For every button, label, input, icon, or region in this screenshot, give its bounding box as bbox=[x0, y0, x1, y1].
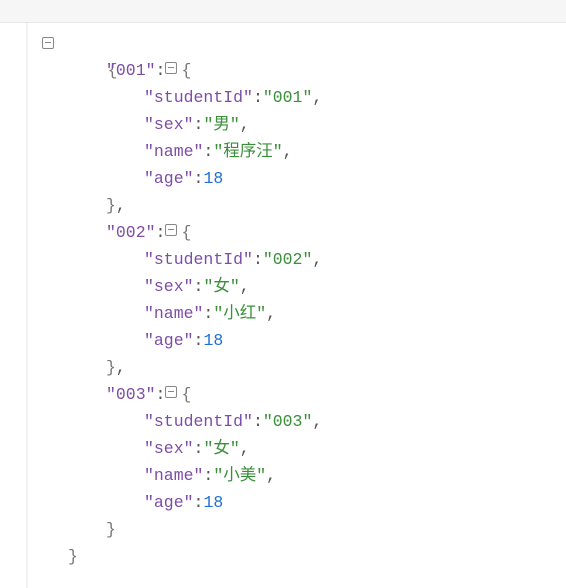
json-key: ″003″ bbox=[106, 385, 156, 404]
value: 小红 bbox=[223, 304, 256, 323]
close-brace-line: }, bbox=[68, 354, 322, 381]
prop-line: ″studentId″:″002″, bbox=[68, 246, 322, 273]
prop-line: ″age″:18 bbox=[68, 165, 322, 192]
json-key: ″001″ bbox=[106, 61, 156, 80]
prop-line: ″sex″:″女″, bbox=[68, 435, 322, 462]
value: 小美 bbox=[223, 466, 256, 485]
key-003-line: ″003″:{ bbox=[68, 381, 322, 408]
value: 男 bbox=[213, 115, 230, 134]
key-001-line: ″001″:{ bbox=[68, 57, 322, 84]
value: 18 bbox=[203, 331, 223, 350]
prop-line: ″age″:18 bbox=[68, 327, 322, 354]
value: 女 bbox=[213, 439, 230, 458]
value: 18 bbox=[203, 493, 223, 512]
collapse-toggle-icon[interactable] bbox=[165, 224, 177, 236]
key-002-line: ″002″:{ bbox=[68, 219, 322, 246]
prop-line: ″studentId″:″003″, bbox=[68, 408, 322, 435]
prop-line: ″sex″:″女″, bbox=[68, 273, 322, 300]
value: 女 bbox=[213, 277, 230, 296]
close-brace-line: }, bbox=[68, 192, 322, 219]
prop-line: ″name″:″小红″, bbox=[68, 300, 322, 327]
value: 程序汪 bbox=[223, 142, 273, 161]
root-open-brace-line: { bbox=[68, 30, 322, 57]
prop-line: ″age″:18 bbox=[68, 489, 322, 516]
top-bar bbox=[0, 0, 566, 23]
collapse-toggle-icon[interactable] bbox=[165, 386, 177, 398]
prop-line: ″name″:″程序汪″, bbox=[68, 138, 322, 165]
value: 003 bbox=[273, 412, 303, 431]
collapse-toggle-icon[interactable] bbox=[165, 62, 177, 74]
value: 18 bbox=[203, 169, 223, 188]
prop-line: ″name″:″小美″, bbox=[68, 462, 322, 489]
close-brace-line: } bbox=[68, 516, 322, 543]
json-key: ″002″ bbox=[106, 223, 156, 242]
collapse-toggle-icon[interactable] bbox=[42, 37, 54, 49]
value: 002 bbox=[273, 250, 303, 269]
prop-line: ″studentId″:″001″, bbox=[68, 84, 322, 111]
prop-line: ″sex″:″男″, bbox=[68, 111, 322, 138]
root-close-brace-line: } bbox=[68, 543, 322, 570]
value: 001 bbox=[273, 88, 303, 107]
json-code-viewer: { ″001″:{ ″studentId″:″001″, ″sex″:″男″, … bbox=[0, 22, 322, 578]
